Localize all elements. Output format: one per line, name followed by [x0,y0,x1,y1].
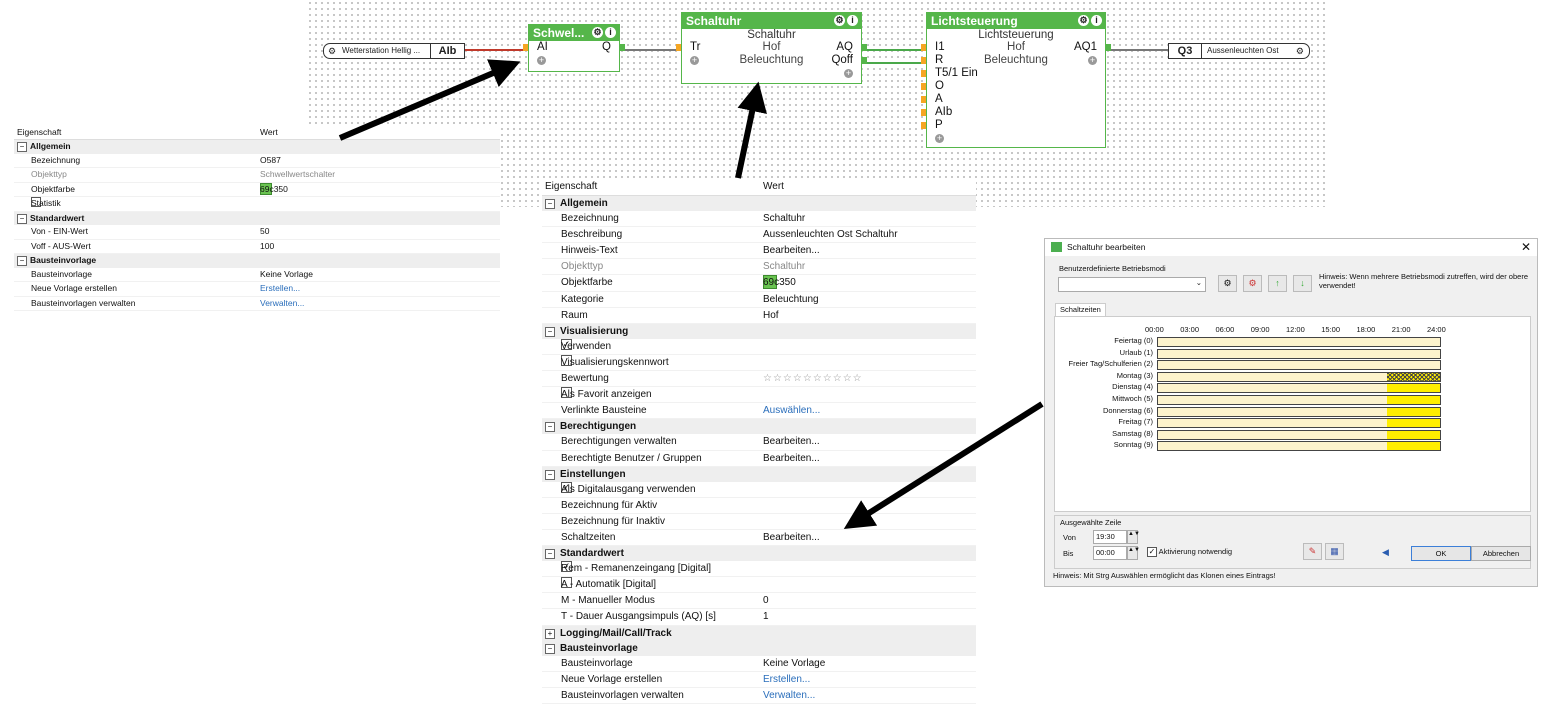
arrow-to-schwellwert [338,59,521,141]
arrow-to-schaltuhr [735,81,767,179]
annotation-arrows [338,59,1044,529]
arrow-to-schaltzeiten [843,401,1044,529]
